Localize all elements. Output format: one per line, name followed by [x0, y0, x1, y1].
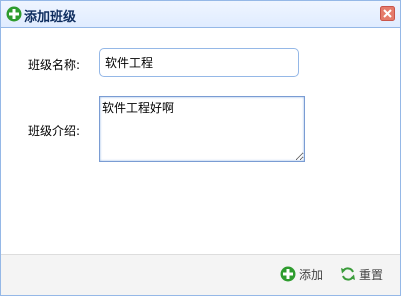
dialog-body: 班级名称: 班级介绍: 软件工程好啊: [1, 28, 400, 254]
reset-button[interactable]: 重置: [340, 264, 383, 284]
add-icon: [280, 266, 296, 282]
add-button[interactable]: 添加: [280, 264, 323, 284]
dialog-title: 添加班级: [24, 10, 77, 25]
close-icon[interactable]: [380, 6, 395, 21]
reset-button-label: 重置: [359, 267, 384, 282]
class-desc-label: 班级介绍:: [28, 124, 81, 138]
dialog-footer: 添加 重置: [1, 254, 400, 295]
class-desc-textarea[interactable]: 软件工程好啊: [99, 96, 305, 162]
class-name-input[interactable]: [99, 48, 299, 77]
reload-icon: [341, 267, 355, 281]
add-button-label: 添加: [299, 267, 324, 282]
add-class-dialog: 添加班级 班级名称: 班级介绍: 软件工程好啊 添加: [0, 0, 401, 296]
dialog-titlebar[interactable]: 添加班级: [1, 1, 400, 28]
class-name-label: 班级名称:: [28, 58, 81, 72]
add-icon: [6, 6, 22, 22]
